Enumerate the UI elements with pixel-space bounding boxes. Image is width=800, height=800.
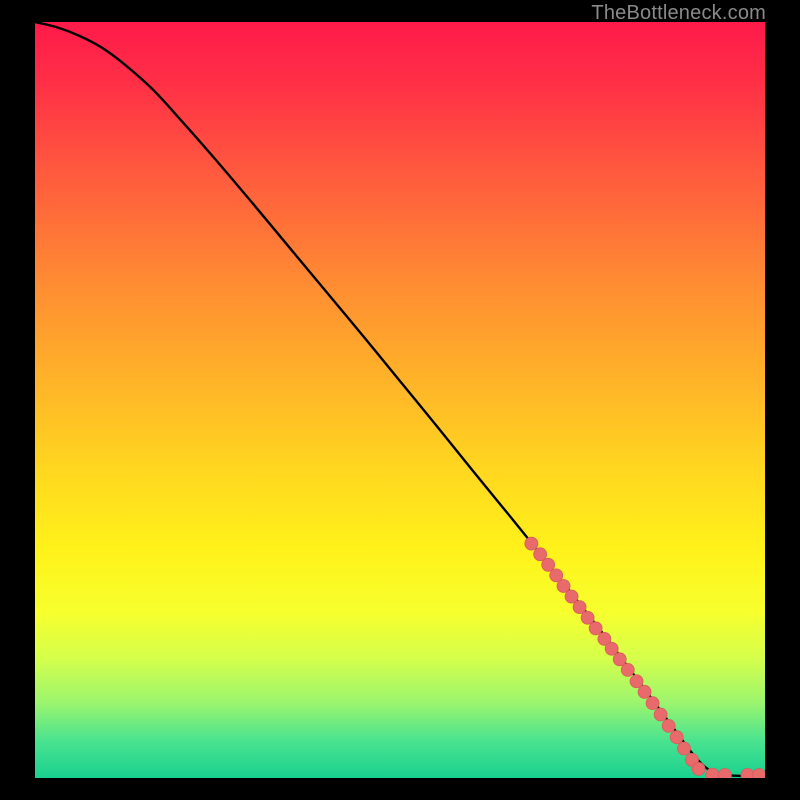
data-marker: [613, 653, 626, 666]
data-marker: [706, 768, 719, 778]
data-marker: [662, 719, 675, 732]
data-marker: [753, 768, 765, 778]
data-marker: [638, 685, 651, 698]
marker-group: [525, 537, 765, 778]
chart-svg: [35, 22, 765, 778]
data-marker: [534, 548, 547, 561]
data-marker: [630, 675, 643, 688]
watermark-text: TheBottleneck.com: [591, 2, 766, 25]
data-marker: [565, 590, 578, 603]
data-marker: [605, 642, 618, 655]
data-marker: [581, 611, 594, 624]
data-marker: [621, 663, 634, 676]
plot-area: [35, 22, 765, 778]
curve-line: [35, 22, 765, 776]
data-marker: [573, 601, 586, 614]
data-marker: [718, 768, 731, 778]
data-marker: [741, 768, 754, 778]
data-marker: [677, 742, 690, 755]
data-marker: [589, 622, 602, 635]
data-marker: [557, 579, 570, 592]
data-marker: [646, 697, 659, 710]
data-marker: [525, 537, 538, 550]
chart-frame: TheBottleneck.com: [0, 0, 800, 800]
data-marker: [542, 558, 555, 571]
data-marker: [670, 731, 683, 744]
data-marker: [654, 708, 667, 721]
data-marker: [692, 762, 705, 775]
